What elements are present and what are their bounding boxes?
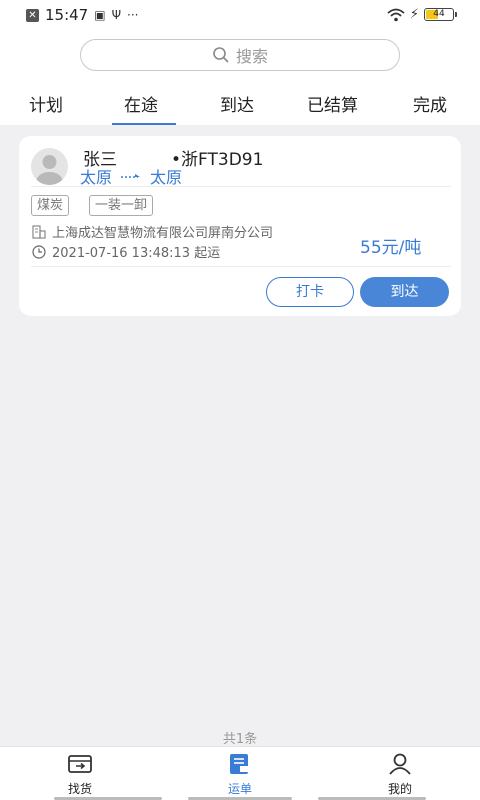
usb-icon: Ψ: [111, 8, 122, 22]
nav-find-goods[interactable]: 找货: [40, 753, 120, 797]
app-notification-icon: ▣: [94, 8, 106, 22]
origin-city: 太原: [80, 168, 113, 187]
cargo-tag: 煤炭: [31, 195, 70, 216]
company-name: 上海成达智慧物流有限公司屏南分公司: [52, 226, 274, 241]
start-time: 2021-07-16 13:48:13 起运: [52, 246, 221, 261]
tab-settled[interactable]: 已结算: [307, 91, 358, 116]
battery-level: 44: [433, 9, 445, 19]
plate-number: •浙FT3D91: [171, 150, 264, 170]
bottom-nav: 找货 运单 我的: [0, 746, 480, 800]
nav-label: 我的: [387, 782, 412, 796]
destination-city: 太原: [150, 168, 183, 187]
tab-completed[interactable]: 完成: [413, 91, 447, 116]
divider: [31, 186, 451, 187]
company-row: 上海成达智慧物流有限公司屏南分公司: [32, 222, 273, 241]
clock-icon: [32, 244, 46, 259]
status-bar: ✕ 15:47 ▣ Ψ ··· ⚡ 44: [0, 0, 480, 30]
user-icon: [389, 753, 411, 775]
route: 太原 太原: [80, 164, 182, 188]
tab-arrived[interactable]: 到达: [220, 91, 254, 116]
total-count: 共1条: [222, 732, 258, 747]
tab-plan[interactable]: 计划: [29, 91, 63, 116]
nav-label: 运单: [227, 782, 252, 796]
divider: [31, 266, 451, 267]
arrive-button[interactable]: 到达: [360, 277, 449, 307]
load-type-tag: 一装一卸: [89, 195, 154, 216]
price: 55元/吨: [360, 238, 422, 258]
route-arrow-icon: [121, 174, 141, 178]
battery-icon: 44: [424, 8, 457, 21]
waybill-icon: [230, 754, 248, 774]
tab-bar: 计划 在途 到达 已结算 完成: [0, 85, 480, 125]
wifi-icon: [387, 8, 405, 21]
search-placeholder: 搜索: [235, 47, 268, 66]
start-time-row: 2021-07-16 13:48:13 起运: [32, 242, 220, 261]
status-time: 15:47: [45, 6, 89, 24]
nav-waybill[interactable]: 运单: [200, 753, 280, 797]
search-input[interactable]: 搜索: [80, 39, 400, 71]
active-tab-indicator: [112, 123, 176, 125]
nav-label: 找货: [67, 782, 92, 796]
tab-in-transit[interactable]: 在途: [124, 91, 158, 116]
order-card[interactable]: 张三 •浙FT3D91 太原 太原 煤炭 一装一卸 上海成达智慧物流有限公司屏南…: [19, 136, 461, 316]
header: ✕ 15:47 ▣ Ψ ··· ⚡ 44 搜索 计划 在途 到达 已结算 完成: [0, 0, 480, 125]
nav-mine[interactable]: 我的: [360, 753, 440, 797]
charging-icon: ⚡: [409, 7, 419, 22]
avatar: [31, 148, 68, 185]
truck-box-icon: [68, 755, 92, 773]
search-icon: [213, 47, 229, 63]
more-icon: ···: [127, 8, 139, 22]
notification-icon: ✕: [26, 8, 39, 22]
clock-in-button[interactable]: 打卡: [266, 277, 354, 307]
building-icon: [32, 224, 46, 239]
